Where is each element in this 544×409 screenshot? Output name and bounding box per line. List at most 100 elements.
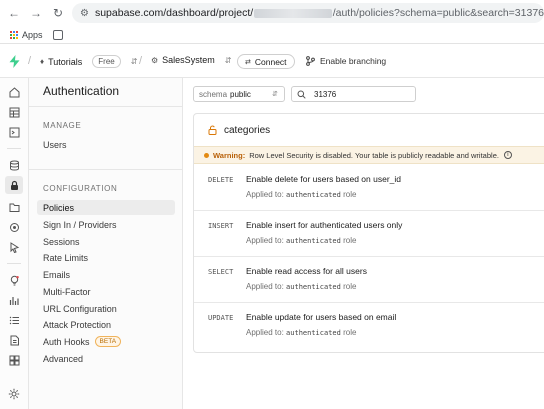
sidebar-item-label: Auth Hooks xyxy=(43,336,90,347)
bookmark-apps-label: Apps xyxy=(22,29,43,40)
sidebar-item-users[interactable]: Users xyxy=(37,137,175,152)
realtime-icon[interactable] xyxy=(7,220,21,234)
sidebar-item-label: Sessions xyxy=(43,236,80,247)
sidebar-item-label: Rate Limits xyxy=(43,252,89,263)
home-icon[interactable] xyxy=(7,85,21,99)
edge-functions-icon[interactable] xyxy=(7,240,21,254)
sidebar-item-sign-in-providers[interactable]: Sign In / Providers xyxy=(37,217,175,232)
policy-command: DELETE xyxy=(208,176,234,184)
group-label-manage: MANAGE xyxy=(43,121,82,130)
sidebar-item-policies[interactable]: Policies xyxy=(37,200,175,215)
bookmarks-bar: Apps xyxy=(0,26,544,44)
rls-warning-banner: Warning: Row Level Security is disabled.… xyxy=(194,146,544,164)
apps-grid-icon xyxy=(10,30,18,39)
schema-select[interactable]: schema public ⇵ xyxy=(193,86,285,102)
back-icon[interactable]: ← xyxy=(6,5,22,21)
table-policies-card: categories Warning: Row Level Security i… xyxy=(193,113,544,353)
breadcrumb-separator: / xyxy=(28,55,32,67)
plug-icon: ⇄ xyxy=(245,58,251,66)
api-docs-icon[interactable] xyxy=(7,333,21,347)
schema-select-value: public xyxy=(230,89,251,99)
integrations-icon[interactable] xyxy=(7,353,21,367)
git-branch-icon xyxy=(306,56,315,66)
url-path: /auth/policies?schema=public&search=3137… xyxy=(332,7,544,19)
sidebar-item-attack-protection[interactable]: Attack Protection xyxy=(37,317,175,332)
browser-toolbar: ← → ↻ ⚙ supabase.com/dashboard/project/ … xyxy=(0,0,544,26)
supabase-logo-icon[interactable] xyxy=(9,55,20,68)
logs-icon[interactable] xyxy=(7,313,21,327)
enable-branching-label: Enable branching xyxy=(320,56,387,66)
policy-search-input[interactable]: 31376 xyxy=(291,86,416,102)
policy-name: Enable update for users based on email xyxy=(246,312,397,322)
policy-row[interactable]: DELETE Enable delete for users based on … xyxy=(194,165,544,211)
chevron-updown-icon: ⇵ xyxy=(130,57,138,66)
sidebar-item-multi-factor[interactable]: Multi-Factor xyxy=(37,284,175,299)
table-name: categories xyxy=(224,124,271,136)
policy-name: Enable delete for users based on user_id xyxy=(246,174,401,184)
redacted-project-id xyxy=(254,8,332,18)
sidebar-item-emails[interactable]: Emails xyxy=(37,267,175,282)
sidebar-item-sessions[interactable]: Sessions xyxy=(37,234,175,249)
reports-icon[interactable] xyxy=(7,293,21,307)
sidebar-item-label: Users xyxy=(43,139,67,150)
connect-label: Connect xyxy=(254,56,287,67)
reload-icon[interactable]: ↻ xyxy=(50,5,66,21)
info-icon[interactable]: i xyxy=(503,151,512,159)
site-info-icon[interactable]: ⚙ xyxy=(80,8,89,19)
bookmark-apps[interactable]: Apps xyxy=(10,30,43,40)
sidebar-title: Authentication xyxy=(43,84,120,98)
org-switcher[interactable]: ♦ Tutorials Free ⇵ xyxy=(40,55,137,68)
advisors-icon[interactable] xyxy=(7,273,21,287)
auth-icon[interactable] xyxy=(5,176,23,194)
sidebar-item-advanced[interactable]: Advanced xyxy=(37,351,175,366)
sidebar-item-label: Multi-Factor xyxy=(43,286,91,297)
connect-button[interactable]: ⇄ Connect xyxy=(237,54,295,69)
policy-role: authenticated xyxy=(286,237,341,245)
sidebar-item-label: Emails xyxy=(43,269,71,280)
storage-icon[interactable] xyxy=(7,200,21,214)
policy-role: authenticated xyxy=(286,283,341,291)
chevron-updown-icon: ⇵ xyxy=(272,91,278,98)
chevron-updown-icon: ⇵ xyxy=(224,55,232,65)
policy-name: Enable read access for all users xyxy=(246,266,367,276)
sql-editor-icon[interactable] xyxy=(7,125,21,139)
breadcrumb-separator: / xyxy=(139,55,143,67)
policy-applied-to: Applied to: authenticated role xyxy=(246,328,357,337)
address-bar[interactable]: ⚙ supabase.com/dashboard/project/ /auth/… xyxy=(72,3,544,23)
policy-command: INSERT xyxy=(208,222,234,230)
divider xyxy=(29,169,183,170)
policy-row[interactable]: SELECT Enable read access for all users … xyxy=(194,257,544,303)
sidebar-item-auth-hooks[interactable]: Auth Hooks BETA xyxy=(37,334,175,349)
forward-icon[interactable]: → xyxy=(28,5,44,21)
rail-divider xyxy=(7,148,21,149)
sidebar-item-label: Policies xyxy=(43,202,75,213)
settings-icon[interactable] xyxy=(7,387,21,401)
policy-row[interactable]: INSERT Enable insert for authenticated u… xyxy=(194,211,544,257)
rail-divider xyxy=(7,263,21,264)
group-label-configuration: CONFIGURATION xyxy=(43,184,118,193)
database-icon[interactable] xyxy=(7,158,21,172)
policy-applied-to: Applied to: authenticated role xyxy=(246,190,357,199)
project-icon: ⚙ xyxy=(151,55,159,65)
tab-groups-icon[interactable] xyxy=(52,29,63,40)
schema-select-label: schema xyxy=(199,89,228,99)
auth-sidebar: Authentication MANAGE Users CONFIGURATIO… xyxy=(29,78,183,409)
warning-dot-icon xyxy=(204,152,209,158)
policies-main: schema public ⇵ 31376 categories Warning… xyxy=(183,78,544,409)
policy-command: SELECT xyxy=(208,268,234,276)
sidebar-item-label: Advanced xyxy=(43,353,84,364)
warning-title: Warning: xyxy=(213,150,246,160)
sidebar-item-rate-limits[interactable]: Rate Limits xyxy=(37,250,175,265)
plan-badge: Free xyxy=(92,55,121,68)
warning-text: Row Level Security is disabled. Your tab… xyxy=(249,150,499,160)
sidebar-item-url-configuration[interactable]: URL Configuration xyxy=(37,301,175,316)
policy-row[interactable]: UPDATE Enable update for users based on … xyxy=(194,303,544,349)
divider xyxy=(29,106,183,107)
project-switcher[interactable]: ⚙ SalesSystem ⇵ xyxy=(151,55,231,65)
policy-role: authenticated xyxy=(286,191,341,199)
table-editor-icon[interactable] xyxy=(7,105,21,119)
sidebar-item-label: URL Configuration xyxy=(43,303,117,314)
sidebar-item-label: Attack Protection xyxy=(43,319,112,330)
enable-branching-button[interactable]: Enable branching xyxy=(306,56,386,66)
nav-rail xyxy=(0,78,29,409)
